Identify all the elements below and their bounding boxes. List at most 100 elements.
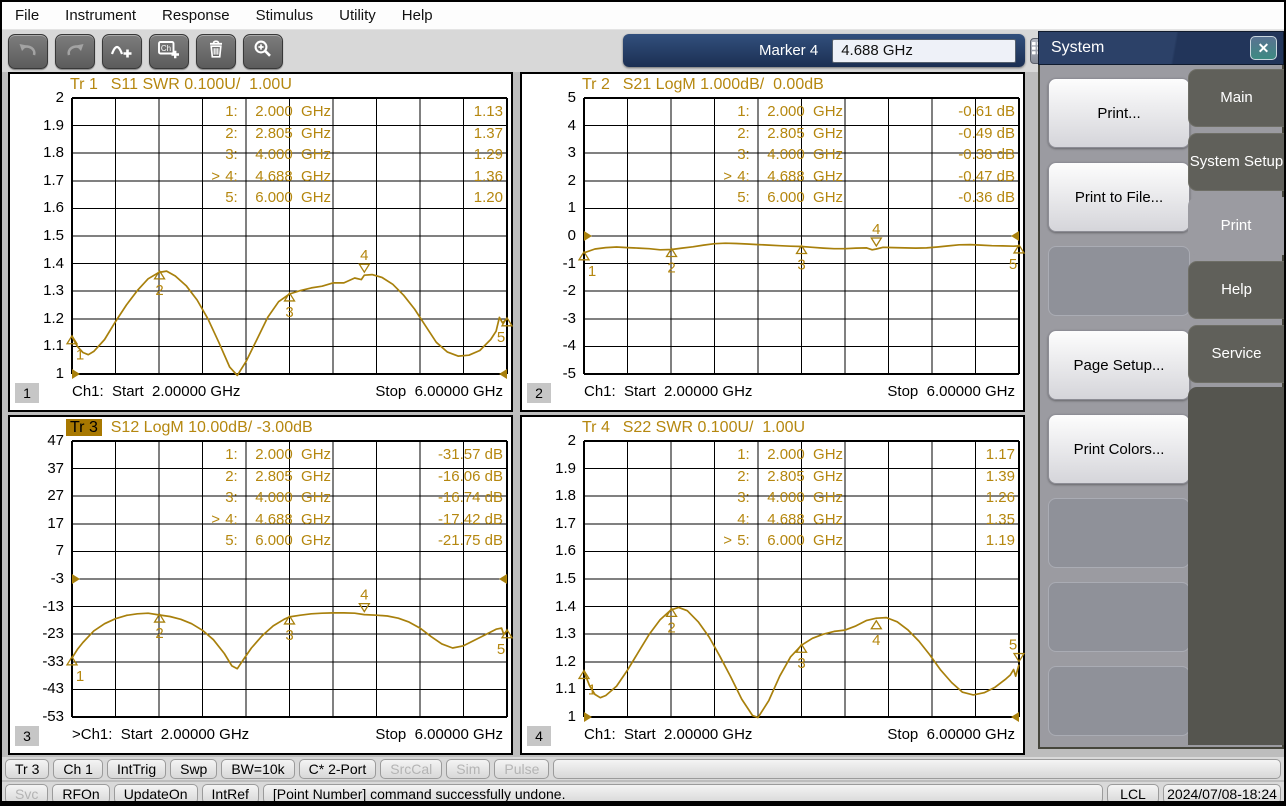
- undo-button[interactable]: [8, 34, 48, 69]
- status-ch-1[interactable]: Ch 1: [53, 759, 103, 779]
- channel-badge[interactable]: 2: [527, 383, 551, 403]
- status-swp[interactable]: Swp: [170, 759, 217, 779]
- svg-text:3: 3: [285, 304, 293, 321]
- status-inttrig[interactable]: IntTrig: [107, 759, 166, 779]
- marker-symbol-1[interactable]: 1: [67, 657, 84, 685]
- trace-label[interactable]: Tr 4: [578, 419, 614, 436]
- y-tick-label: 17: [12, 515, 64, 533]
- marker-row-4: >4:4.688 GHz1.36: [211, 166, 503, 188]
- y-tick-label: 1.8: [12, 144, 64, 162]
- trace-format-label: S11 SWR 0.100U/ 1.00U: [102, 76, 292, 93]
- marker-symbol-2[interactable]: 2: [667, 249, 677, 277]
- status-tr-3[interactable]: Tr 3: [5, 759, 49, 779]
- marker-symbol-4[interactable]: 4: [359, 247, 369, 272]
- channel-badge[interactable]: 4: [527, 726, 551, 746]
- marker-row-5: 5:6.000 GHz-21.75 dB: [211, 530, 503, 552]
- active-marker-caret: >: [211, 509, 225, 531]
- marker-symbol-1[interactable]: 1: [67, 336, 84, 364]
- marker-number: 2:: [737, 123, 767, 145]
- trace-label[interactable]: Tr 2: [578, 76, 614, 93]
- y-tick-label: 5: [524, 89, 576, 107]
- marker-row-4: 4:4.688 GHz1.35: [723, 509, 1015, 531]
- x-axis-start-label: >Ch1: Start 2.00000 GHz: [72, 726, 249, 743]
- svg-text:5: 5: [1009, 256, 1017, 273]
- marker-value: 1.37: [407, 123, 503, 145]
- marker-symbol-5[interactable]: 5: [1009, 637, 1024, 662]
- x-axis-stop-label: Stop 6.00000 GHz: [887, 383, 1015, 400]
- status-pulse[interactable]: Pulse: [494, 759, 549, 779]
- y-tick-label: 1.1: [12, 337, 64, 355]
- marker-symbol-5[interactable]: 5: [1009, 245, 1024, 273]
- marker-value: -0.49 dB: [919, 123, 1015, 145]
- menu-item-instrument[interactable]: Instrument: [52, 2, 149, 30]
- y-tick-label: 1.3: [524, 625, 576, 643]
- tab-help[interactable]: Help: [1188, 261, 1284, 319]
- add-trace-button[interactable]: [102, 34, 142, 69]
- add-channel-button[interactable]: Ch: [149, 34, 189, 69]
- reference-level-arrow: [72, 574, 80, 584]
- marker-symbol-4[interactable]: 4: [871, 621, 881, 649]
- menu-item-file[interactable]: File: [2, 2, 52, 30]
- chart-tr3: Tr 3 S12 LogM 10.00dB/ -3.00dB473727177-…: [8, 415, 513, 755]
- marker-symbol-1[interactable]: 1: [579, 252, 596, 280]
- marker-frequency: 6.000 GHz: [255, 187, 407, 209]
- svg-text:Ch: Ch: [161, 44, 171, 53]
- x-axis-stop-label: Stop 6.00000 GHz: [375, 383, 503, 400]
- status-srccal[interactable]: SrcCal: [380, 759, 442, 779]
- marker-symbol-4[interactable]: 4: [359, 587, 369, 612]
- print-colors-button[interactable]: Print Colors...: [1048, 414, 1190, 484]
- svg-text:3: 3: [797, 256, 805, 273]
- marker-row-2: 2:2.805 GHz1.37: [211, 123, 503, 145]
- zoom-button[interactable]: [243, 34, 283, 69]
- y-tick-label: 4: [524, 117, 576, 135]
- status-filler: [553, 759, 1281, 779]
- marker-symbol-4[interactable]: 4: [871, 221, 881, 246]
- menu-item-response[interactable]: Response: [149, 2, 243, 30]
- marker-frequency: 4.688 GHz: [767, 166, 919, 188]
- trash-button[interactable]: [196, 34, 236, 69]
- system-panel: System ✕ Print...Print to File...Page Se…: [1038, 33, 1284, 749]
- tab-service[interactable]: Service: [1188, 325, 1284, 383]
- marker-value: -16.06 dB: [407, 466, 503, 488]
- status-sim[interactable]: Sim: [446, 759, 490, 779]
- marker-number: 4:: [225, 509, 255, 531]
- tab-main[interactable]: Main: [1188, 69, 1284, 127]
- y-tick-label: 1.1: [524, 680, 576, 698]
- y-tick-label: 1.5: [524, 570, 576, 588]
- marker-row-3: 3:4.000 GHz1.26: [723, 487, 1015, 509]
- marker-row-1: 1:2.000 GHz-0.61 dB: [723, 101, 1015, 123]
- x-axis-stop-label: Stop 6.00000 GHz: [887, 726, 1015, 743]
- y-tick-label: 27: [12, 487, 64, 505]
- y-tick-label: -3: [524, 310, 576, 328]
- svg-text:1: 1: [76, 347, 84, 364]
- print-to-file-button[interactable]: Print to File...: [1048, 162, 1190, 232]
- channel-badge[interactable]: 1: [15, 383, 39, 403]
- close-icon[interactable]: ✕: [1250, 36, 1277, 60]
- tab-system-setup[interactable]: System Setup: [1188, 133, 1284, 191]
- svg-text:3: 3: [285, 627, 293, 644]
- page-setup-button[interactable]: Page Setup...: [1048, 330, 1190, 400]
- menu-item-help[interactable]: Help: [389, 2, 446, 30]
- marker-value: -16.74 dB: [407, 487, 503, 509]
- marker-frequency-input[interactable]: [832, 39, 1016, 63]
- status-bar-row1: Tr 3Ch 1IntTrigSwpBW=10kC* 2-PortSrcCalS…: [2, 757, 1284, 780]
- status-c-2-port[interactable]: C* 2-Port: [299, 759, 377, 779]
- marker-symbol-2[interactable]: 2: [155, 614, 165, 642]
- menu-item-utility[interactable]: Utility: [326, 2, 389, 30]
- redo-button[interactable]: [55, 34, 95, 69]
- channel-badge[interactable]: 3: [15, 726, 39, 746]
- y-tick-label: 1.6: [524, 542, 576, 560]
- redo-icon: [63, 39, 87, 64]
- menu-item-stimulus[interactable]: Stimulus: [243, 2, 327, 30]
- y-tick-label: 1.6: [12, 199, 64, 217]
- status-bw-10k[interactable]: BW=10k: [221, 759, 294, 779]
- marker-symbol-1[interactable]: 1: [579, 670, 596, 698]
- trace-label[interactable]: Tr 1: [66, 76, 102, 93]
- print-button[interactable]: Print...: [1048, 78, 1190, 148]
- marker-frequency: 4.688 GHz: [255, 166, 407, 188]
- tab-print[interactable]: Print: [1188, 197, 1284, 255]
- trace-label[interactable]: Tr 3: [66, 419, 102, 436]
- marker-frequency: 2.805 GHz: [255, 466, 407, 488]
- y-tick-label: -13: [12, 598, 64, 616]
- menu-bar: FileInstrumentResponseStimulusUtilityHel…: [2, 2, 1284, 30]
